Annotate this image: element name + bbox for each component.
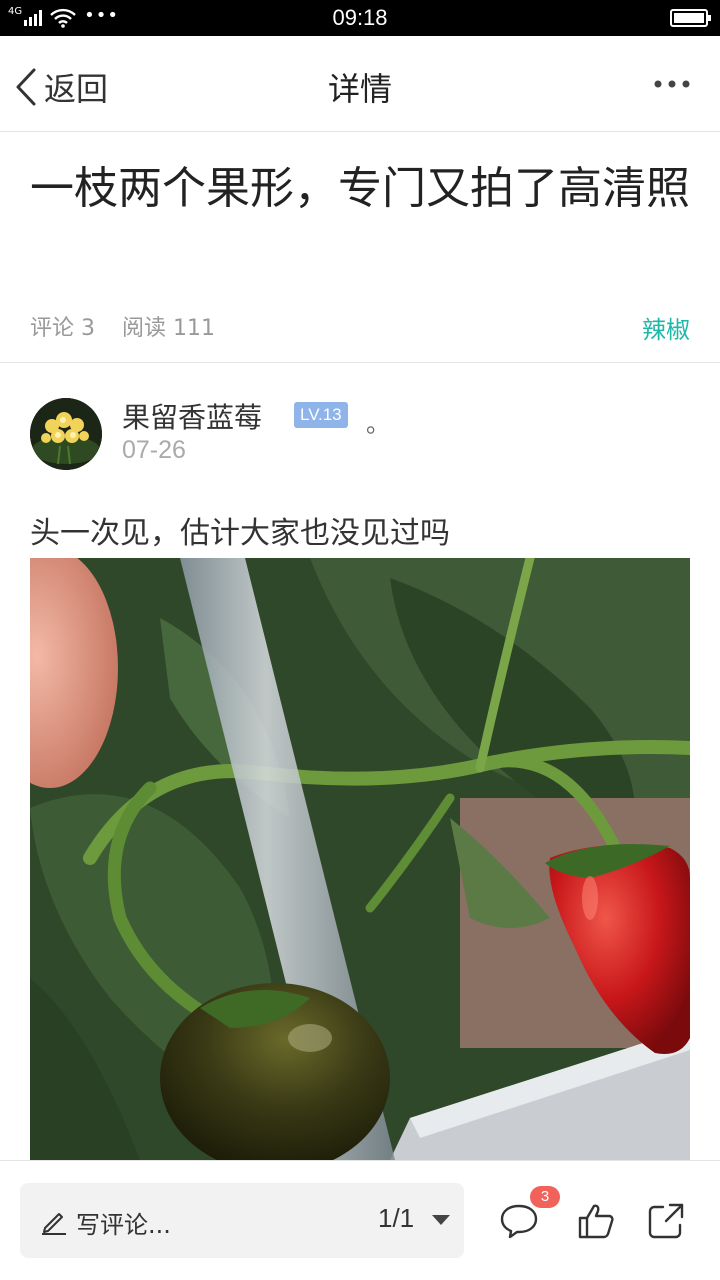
nav-bar: 返回 详情 [0, 36, 720, 132]
author-suffix: 。 [366, 410, 390, 438]
post-date: 07-26 [122, 436, 186, 464]
like-icon[interactable] [576, 1201, 616, 1241]
comment-badge: 3 [530, 1186, 560, 1208]
dropdown-caret-icon[interactable] [432, 1215, 450, 1225]
avatar[interactable] [30, 398, 102, 470]
comment-icon[interactable] [499, 1201, 539, 1241]
clock: 09:18 [332, 5, 388, 30]
post-meta: 评论 3 阅读 111 辣椒 [30, 310, 690, 344]
page-indicator: 1/1 [378, 1203, 415, 1233]
pencil-icon [42, 1213, 66, 1235]
battery-icon [670, 9, 711, 27]
read-count: 阅读 111 [122, 316, 215, 341]
comment-count: 评论 3 [30, 316, 95, 341]
comment-input[interactable]: 写评论... 1/1 [20, 1183, 464, 1258]
page-title: 详情 [327, 70, 392, 108]
post-photo[interactable] [30, 558, 690, 1160]
comment-placeholder: 写评论... [76, 1211, 171, 1239]
bottom-bar: 写评论... 1/1 3 [0, 1160, 720, 1280]
level-badge: LV.13 [294, 402, 348, 428]
author-name[interactable]: 果留香蓝莓 [122, 396, 262, 436]
more-icon[interactable] [652, 74, 692, 94]
post-text: 头一次见，估计大家也没见过吗 [30, 516, 450, 551]
divider [0, 362, 720, 363]
topic-tag[interactable]: 辣椒 [642, 310, 690, 345]
status-bar: 4G ••• 09:18 [0, 0, 720, 36]
post-title: 一枝两个果形，专门又拍了高清照 [30, 163, 690, 214]
share-icon[interactable] [646, 1201, 686, 1241]
